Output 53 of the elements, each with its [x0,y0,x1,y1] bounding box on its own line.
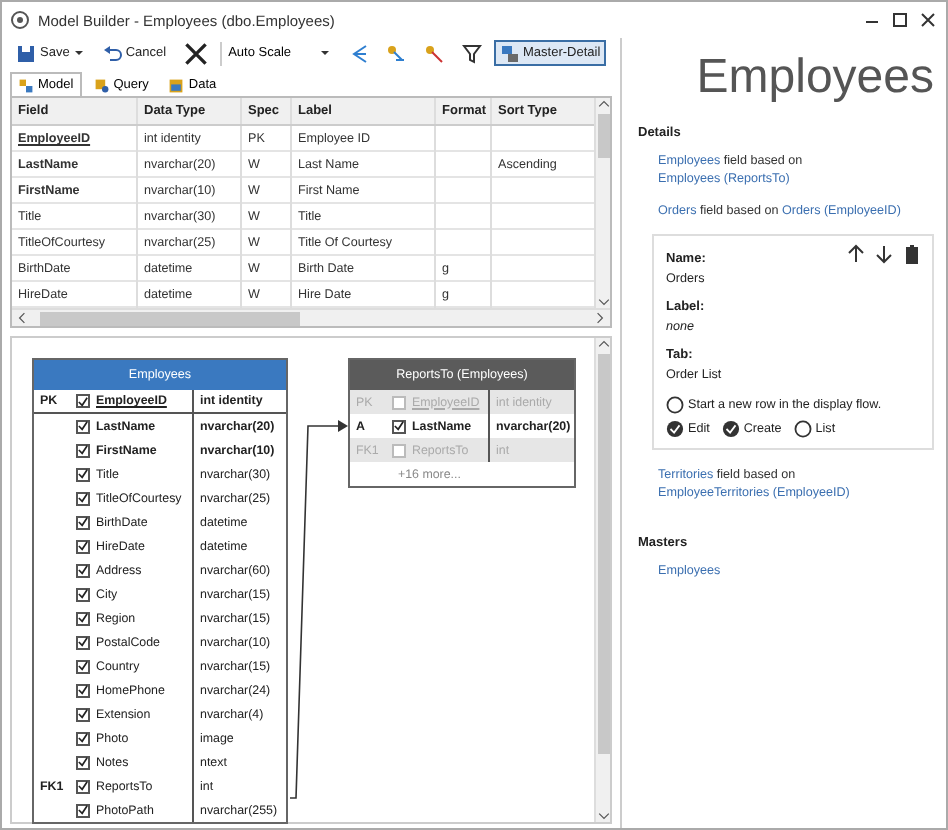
scroll-right-icon[interactable] [594,312,606,324]
unchecked-circle[interactable] [793,420,812,438]
filter-icon [461,43,481,63]
checkbox[interactable] [76,467,90,481]
key-icon [423,43,443,63]
query-icon [93,77,110,93]
app-icon [10,10,30,30]
checkbox[interactable] [76,419,90,433]
checkbox[interactable] [76,803,90,817]
scroll-left-icon[interactable] [16,312,28,324]
checkbox[interactable] [76,731,90,745]
cross-icon [184,41,209,65]
scroll-down-icon[interactable] [597,810,609,822]
scroll-down-icon[interactable] [597,296,609,308]
data-icon [168,77,185,93]
close-icon[interactable] [918,10,938,30]
checkbox[interactable] [392,443,406,457]
table-icon [499,43,519,63]
unchecked-circle[interactable] [666,396,684,414]
scroll-up-icon[interactable] [597,338,609,350]
checkbox[interactable] [76,659,90,673]
checked-circle[interactable] [666,420,684,438]
undo-icon [101,43,122,63]
checkbox[interactable] [392,395,406,409]
scrollbar-thumb[interactable] [597,354,609,754]
arrow-up-icon[interactable] [846,244,866,264]
checkbox[interactable] [76,707,90,721]
page-heading: Employees [694,48,934,106]
table-node[interactable] [32,358,288,824]
checkbox[interactable] [76,443,90,457]
checkbox[interactable] [76,755,90,769]
checkbox[interactable] [76,587,90,601]
checkbox[interactable] [76,611,90,625]
scroll-up-icon[interactable] [597,98,609,110]
checkbox[interactable] [76,635,90,649]
checkbox[interactable] [76,515,90,529]
maximize-icon[interactable] [890,10,910,30]
checkbox[interactable] [392,419,406,433]
model-icon [18,77,34,93]
checkbox[interactable] [76,491,90,505]
arrow-down-icon[interactable] [874,244,894,264]
key-icon [385,43,405,63]
tree-icon [347,43,367,63]
scrollbar-thumb[interactable] [40,311,300,325]
checked-circle[interactable] [721,420,740,438]
checkbox[interactable] [76,394,90,408]
checkbox[interactable] [76,539,90,553]
checkbox[interactable] [76,779,90,793]
trash-icon[interactable] [902,244,922,264]
caret-icon [319,48,329,58]
scrollbar-thumb[interactable] [597,114,609,158]
checkbox[interactable] [76,563,90,577]
checkbox[interactable] [76,683,90,697]
